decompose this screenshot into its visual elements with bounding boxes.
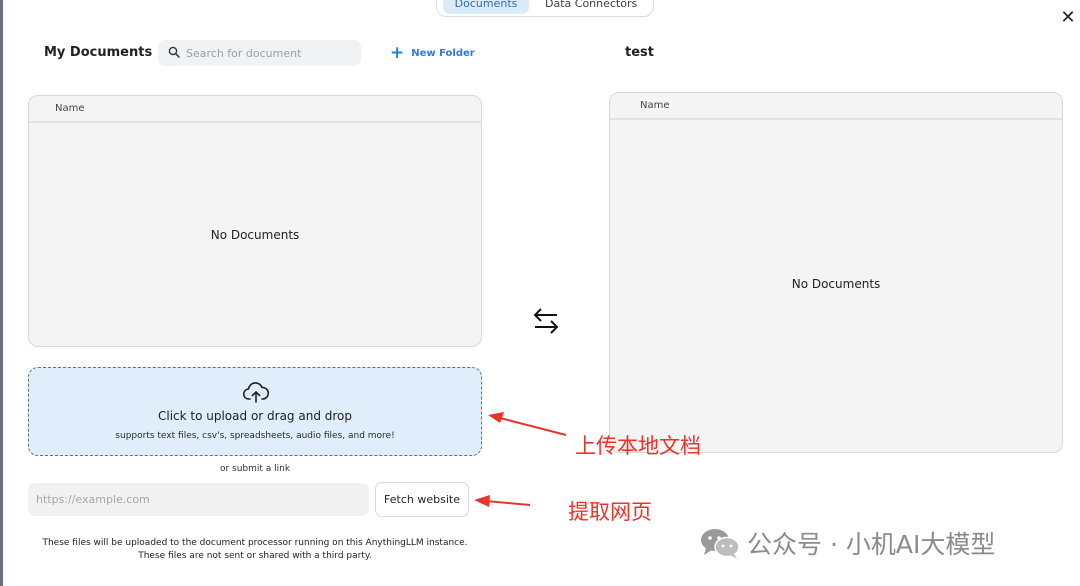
swap-arrows-icon[interactable] [530, 305, 562, 335]
my-documents-list: Name No Documents [28, 95, 482, 347]
upload-footnote: These files will be uploaded to the docu… [28, 537, 482, 563]
new-folder-label: New Folder [411, 47, 475, 59]
upload-title: Click to upload or drag and drop [157, 409, 352, 423]
column-header-name: Name [640, 100, 670, 111]
annotation-upload-note: 上传本地文档 [575, 434, 701, 458]
watermark: 公众号 · 小机AI大模型 [698, 523, 995, 563]
column-header-name: Name [55, 103, 85, 114]
cloud-upload-icon [242, 382, 270, 403]
empty-state: No Documents [210, 228, 300, 242]
tab-documents[interactable]: Documents [443, 0, 529, 14]
search-icon [168, 46, 180, 58]
tab-data-connectors[interactable]: Data Connectors [545, 0, 637, 14]
or-submit-link-label: or submit a link [219, 464, 291, 474]
empty-state: No Documents [791, 277, 881, 291]
document-search [158, 40, 361, 66]
footnote-line-2: These files are not sent or shared with … [138, 551, 372, 561]
footnote-line-1: These files will be uploaded to the docu… [42, 538, 468, 548]
workspace-documents-list: Name No Documents [609, 92, 1063, 453]
upload-subtitle: supports text files, csv's, spreadsheets… [115, 431, 395, 441]
watermark-text: 公众号 · 小机AI大模型 [747, 530, 996, 559]
plus-icon: + [390, 43, 405, 63]
workspace-title: test [625, 45, 654, 60]
new-folder-button[interactable]: + New Folder [390, 43, 475, 63]
search-input[interactable] [186, 43, 354, 63]
annotation-arrow-fetch [474, 495, 531, 507]
upload-dropzone[interactable]: Click to upload or drag and drop support… [28, 367, 482, 456]
annotation-fetch-note: 提取网页 [568, 500, 652, 524]
url-input[interactable] [28, 483, 369, 516]
my-documents-title: My Documents [44, 45, 153, 60]
wechat-logo [701, 529, 740, 559]
fetch-website-button[interactable]: Fetch website [375, 482, 469, 517]
annotation-arrow-upload [488, 412, 567, 436]
list-header: Name [610, 93, 1062, 120]
list-header: Name [29, 96, 481, 123]
tab-bar: Documents Data Connectors [436, 0, 654, 17]
close-icon[interactable]: ✕ [1058, 8, 1078, 28]
